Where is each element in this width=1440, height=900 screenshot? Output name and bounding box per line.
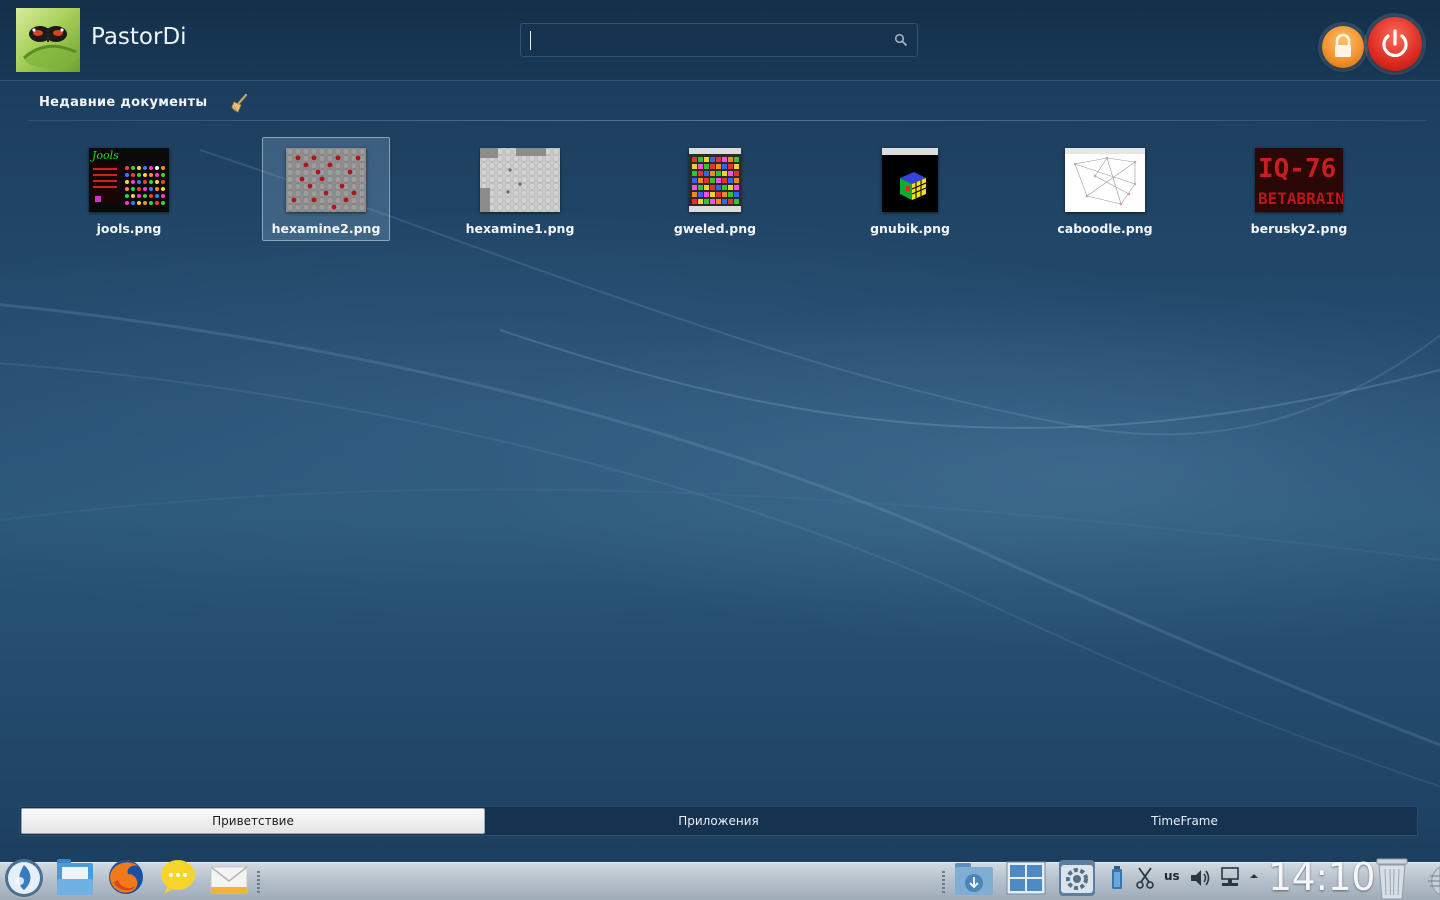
panel-grip[interactable] — [942, 871, 945, 895]
document-thumbnail — [882, 148, 938, 212]
tab-timeframe[interactable]: TimeFrame — [952, 808, 1417, 834]
firefox-icon[interactable] — [106, 856, 146, 898]
battery-icon[interactable] — [1110, 865, 1124, 891]
document-name: jools.png — [96, 221, 162, 236]
text-caret — [530, 31, 531, 50]
digital-clock[interactable]: 14:10 — [1268, 855, 1376, 899]
svg-text:BETABRAIN: BETABRAIN — [1258, 189, 1343, 208]
kickoff-icon[interactable] — [3, 856, 45, 900]
document-hexamine2[interactable]: hexamine2.png — [262, 137, 390, 241]
document-thumbnail — [480, 148, 560, 212]
document-name: hexamine2.png — [271, 221, 381, 236]
download-folder-icon[interactable] — [952, 857, 996, 897]
svg-text:IQ-76: IQ-76 — [1258, 154, 1336, 184]
system-settings-icon[interactable] — [1056, 857, 1098, 899]
window-list-icon[interactable] — [1005, 858, 1047, 898]
recent-documents-title: Недавние документы — [39, 95, 208, 110]
document-thumbnail — [689, 148, 741, 212]
document-caboodle[interactable]: caboodle.png — [1041, 137, 1169, 241]
username-label: PastorDi — [91, 24, 187, 50]
keyboard-layout-indicator[interactable]: us — [1164, 869, 1180, 883]
document-berusky2[interactable]: IQ-76 BETABRAIN berusky2.png — [1235, 137, 1363, 241]
document-name: gweled.png — [673, 221, 757, 236]
document-thumbnail: Jools — [89, 148, 169, 212]
launcher-header: PastorDi — [0, 0, 1440, 81]
file-manager-icon[interactable] — [54, 855, 96, 899]
document-name: gnubik.png — [870, 221, 950, 236]
document-name: caboodle.png — [1057, 221, 1153, 236]
lock-icon — [1335, 33, 1351, 57]
svg-text:Jools: Jools — [90, 149, 119, 162]
search-icon — [894, 33, 908, 47]
butterfly-icon — [22, 26, 77, 68]
broom-icon[interactable] — [230, 93, 250, 113]
user-avatar[interactable] — [16, 8, 80, 72]
document-jools[interactable]: Jools jools.png — [65, 137, 193, 241]
document-gweled[interactable]: gweled.png — [651, 137, 779, 241]
desktop-background: PastorDi Недавние документы Jools jools.… — [0, 0, 1440, 862]
search-input[interactable] — [520, 23, 918, 57]
document-thumbnail: IQ-76 BETABRAIN — [1255, 148, 1343, 212]
document-thumbnail — [286, 148, 366, 212]
section-divider — [28, 120, 1426, 121]
power-button[interactable] — [1368, 17, 1422, 71]
document-gnubik[interactable]: gnubik.png — [846, 137, 974, 241]
taskbar-panel: us 14:10 — [0, 855, 1440, 900]
launcher-tab-bar: Приветствие Приложения TimeFrame — [19, 806, 1418, 836]
panel-toolbox-icon[interactable] — [1420, 863, 1440, 899]
tab-applications[interactable]: Приложения — [486, 808, 951, 834]
clipboard-icon[interactable] — [1135, 866, 1155, 890]
lock-screen-button[interactable] — [1322, 26, 1364, 68]
wallpaper-swoosh — [0, 149, 1440, 788]
tab-welcome[interactable]: Приветствие — [21, 808, 485, 834]
document-thumbnail — [1065, 148, 1145, 212]
mail-icon[interactable] — [208, 859, 250, 899]
document-hexamine1[interactable]: hexamine1.png — [456, 137, 584, 241]
document-name: hexamine1.png — [465, 221, 575, 236]
panel-grip[interactable] — [257, 871, 260, 895]
document-name: berusky2.png — [1250, 221, 1348, 236]
expand-arrow-icon[interactable] — [1248, 871, 1260, 881]
volume-icon[interactable] — [1188, 866, 1212, 890]
power-icon — [1382, 29, 1408, 58]
network-icon[interactable] — [1219, 866, 1241, 890]
trash-icon[interactable] — [1374, 857, 1410, 900]
chat-icon[interactable] — [158, 856, 198, 898]
